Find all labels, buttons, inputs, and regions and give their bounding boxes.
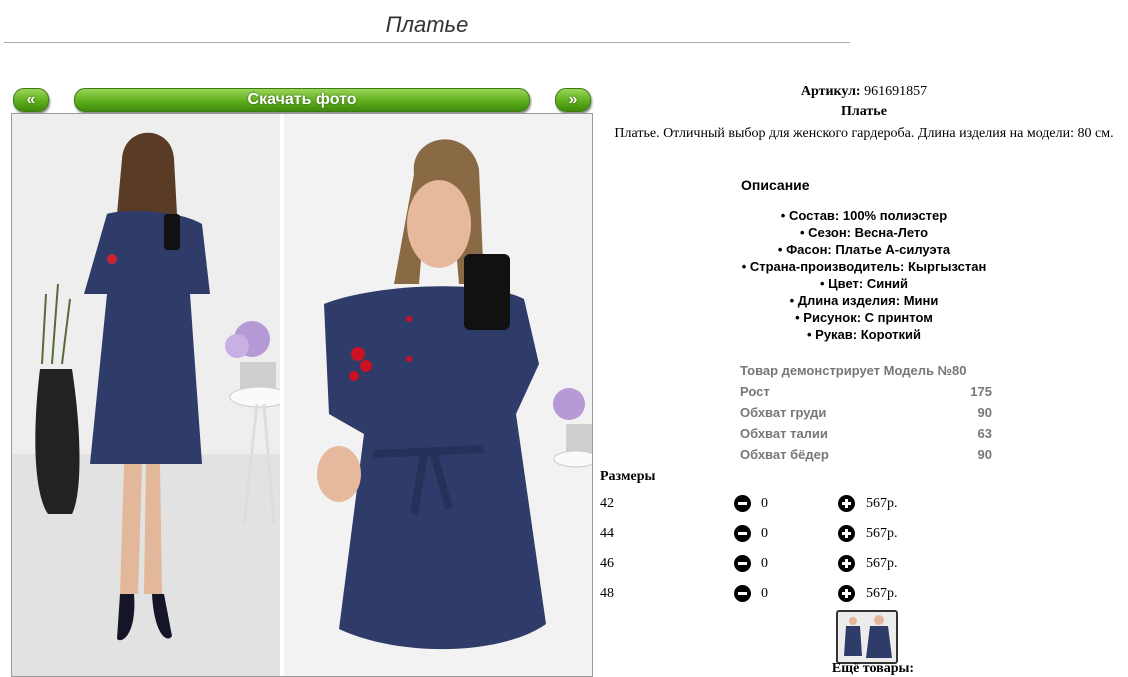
price: 567р.: [866, 586, 898, 601]
sizes-heading: Размеры: [600, 469, 656, 484]
size-label: 46: [600, 556, 614, 571]
attribute-item: • Страна-производитель: Кыргызстан: [741, 259, 987, 274]
title-divider: [4, 42, 850, 43]
model-measurements: Товар демонстрирует Модель №80 Рост 175 О…: [740, 360, 992, 465]
measurement-value: 175: [970, 384, 992, 399]
size-row: 48 0 567р.: [600, 583, 1128, 607]
product-name: Платье: [841, 104, 887, 119]
next-photo-button[interactable]: »: [555, 88, 591, 112]
attribute-item: • Сезон: Весна-Лето: [799, 225, 929, 240]
plus-icon[interactable]: [838, 555, 855, 572]
product-thumbnail[interactable]: [836, 610, 898, 664]
prev-photo-button[interactable]: «: [13, 88, 49, 112]
attribute-item: • Состав: 100% полиэстер: [780, 208, 948, 223]
sku-label: Артикул:: [800, 84, 861, 99]
attribute-item: • Рисунок: С принтом: [795, 310, 933, 325]
plus-icon[interactable]: [838, 585, 855, 602]
measurement-label: Обхват талии: [740, 426, 828, 441]
plus-icon[interactable]: [838, 495, 855, 512]
size-row: 44 0 567р.: [600, 523, 1128, 547]
minus-icon[interactable]: [734, 495, 751, 512]
model-heading: Товар демонстрирует Модель №80: [740, 363, 967, 378]
plus-icon[interactable]: [838, 525, 855, 542]
attribute-list: • Состав: 100% полиэстер • Сезон: Весна-…: [600, 207, 1128, 343]
product-photo[interactable]: [11, 113, 593, 677]
measurement-row: Обхват бёдер 90: [740, 444, 992, 465]
measurement-label: Обхват груди: [740, 405, 827, 420]
price: 567р.: [866, 496, 898, 511]
sku: Артикул: 961691857: [600, 84, 1128, 100]
quantity-value: 0: [761, 526, 768, 541]
product-description: Платье. Отличный выбор для женского гард…: [614, 126, 1114, 141]
attribute-item: • Фасон: Платье А-силуэта: [777, 242, 951, 257]
minus-icon[interactable]: [734, 525, 751, 542]
minus-icon[interactable]: [734, 585, 751, 602]
quantity-value: 0: [761, 556, 768, 571]
attribute-item: • Длина изделия: Мини: [789, 293, 939, 308]
size-row: 46 0 567р.: [600, 553, 1128, 577]
measurement-label: Рост: [740, 384, 770, 399]
minus-icon[interactable]: [734, 555, 751, 572]
measurement-value: 63: [977, 426, 992, 441]
measurement-value: 90: [977, 405, 992, 420]
quantity-value: 0: [761, 586, 768, 601]
product-photo-closeup: [284, 114, 592, 676]
download-photo-button[interactable]: Скачать фото: [74, 88, 530, 112]
size-label: 48: [600, 586, 614, 601]
size-label: 44: [600, 526, 614, 541]
product-photo-full-length: [12, 114, 280, 676]
measurement-label: Обхват бёдер: [740, 447, 829, 462]
attribute-item: • Цвет: Синий: [819, 276, 909, 291]
price: 567р.: [866, 526, 898, 541]
size-row: 42 0 567р.: [600, 493, 1128, 517]
measurement-row: Обхват талии 63: [740, 423, 992, 444]
sku-value: 961691857: [864, 84, 928, 99]
page-title: Платье: [385, 12, 469, 37]
attribute-item: • Рукав: Короткий: [806, 327, 922, 342]
measurement-value: 90: [977, 447, 992, 462]
description-heading: Описание: [741, 177, 810, 193]
price: 567р.: [866, 556, 898, 571]
size-label: 42: [600, 496, 614, 511]
measurement-row: Рост 175: [740, 381, 992, 402]
quantity-value: 0: [761, 496, 768, 511]
measurement-row: Обхват груди 90: [740, 402, 992, 423]
